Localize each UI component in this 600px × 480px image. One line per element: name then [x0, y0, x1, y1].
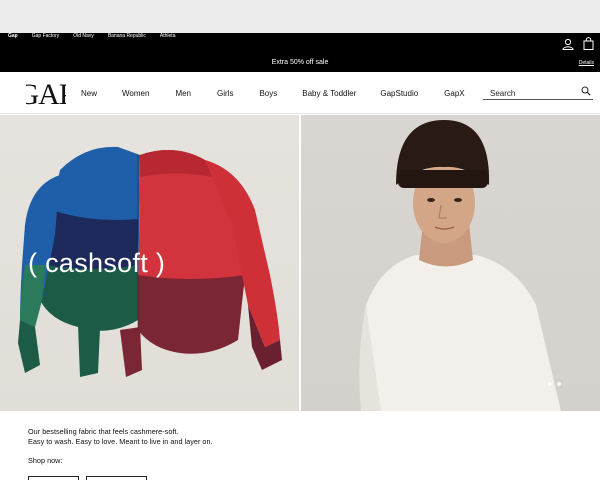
carousel-dot-2[interactable]: [557, 382, 561, 386]
gap-logo[interactable]: GAP: [26, 79, 66, 107]
brand-link-athleta[interactable]: Athleta: [160, 33, 176, 40]
shop-men-button[interactable]: [86, 476, 147, 480]
nav-item-gapx[interactable]: GapX: [444, 89, 464, 98]
nav-items: New Women Men Girls Boys Baby & Toddler …: [81, 72, 465, 114]
brand-links: Gap Gap Factory Old Navy Banana Republic…: [8, 33, 175, 40]
hero-image-model[interactable]: [301, 115, 600, 411]
nav-item-gapstudio[interactable]: GapStudio: [380, 89, 418, 98]
description-line-2: Easy to wash. Easy to love. Meant to liv…: [28, 437, 213, 446]
brand-link-gap[interactable]: Gap: [8, 33, 18, 40]
search-icon[interactable]: [581, 86, 591, 96]
nav-item-women[interactable]: Women: [122, 89, 149, 98]
nav-item-new[interactable]: New: [81, 89, 97, 98]
main-nav: GAP New Women Men Girls Boys Baby & Todd…: [0, 72, 600, 114]
search-box[interactable]: [483, 83, 593, 102]
hero-banner[interactable]: ( cashsoft ): [0, 115, 600, 411]
nav-item-girls[interactable]: Girls: [217, 89, 233, 98]
promo-text[interactable]: Extra 50% off sale: [0, 59, 600, 66]
svg-text:GAP: GAP: [26, 79, 66, 107]
browser-chrome: [0, 0, 600, 33]
brand-link-old-navy[interactable]: Old Navy: [73, 33, 94, 40]
hero-title: ( cashsoft ): [28, 248, 166, 278]
bag-icon[interactable]: [583, 37, 594, 50]
carousel-dot-1[interactable]: [548, 382, 552, 386]
search-input[interactable]: [483, 85, 578, 102]
promo-bar: Gap Gap Factory Old Navy Banana Republic…: [0, 33, 600, 72]
description-line-1: Our bestselling fabric that feels cashme…: [28, 427, 179, 436]
nav-item-boys[interactable]: Boys: [259, 89, 277, 98]
shop-women-button[interactable]: [28, 476, 79, 480]
carousel-dots: [548, 382, 561, 386]
promo-details-link[interactable]: Details: [579, 60, 594, 66]
nav-item-men[interactable]: Men: [175, 89, 191, 98]
account-icon[interactable]: [562, 38, 574, 50]
model-illustration: [359, 120, 561, 411]
brand-link-banana-republic[interactable]: Banana Republic: [108, 33, 146, 40]
shop-now-label: Shop now:: [28, 456, 63, 465]
hero-description: Our bestselling fabric that feels cashme…: [28, 427, 213, 447]
nav-item-baby-toddler[interactable]: Baby & Toddler: [302, 89, 356, 98]
brand-link-gap-factory[interactable]: Gap Factory: [32, 33, 60, 40]
